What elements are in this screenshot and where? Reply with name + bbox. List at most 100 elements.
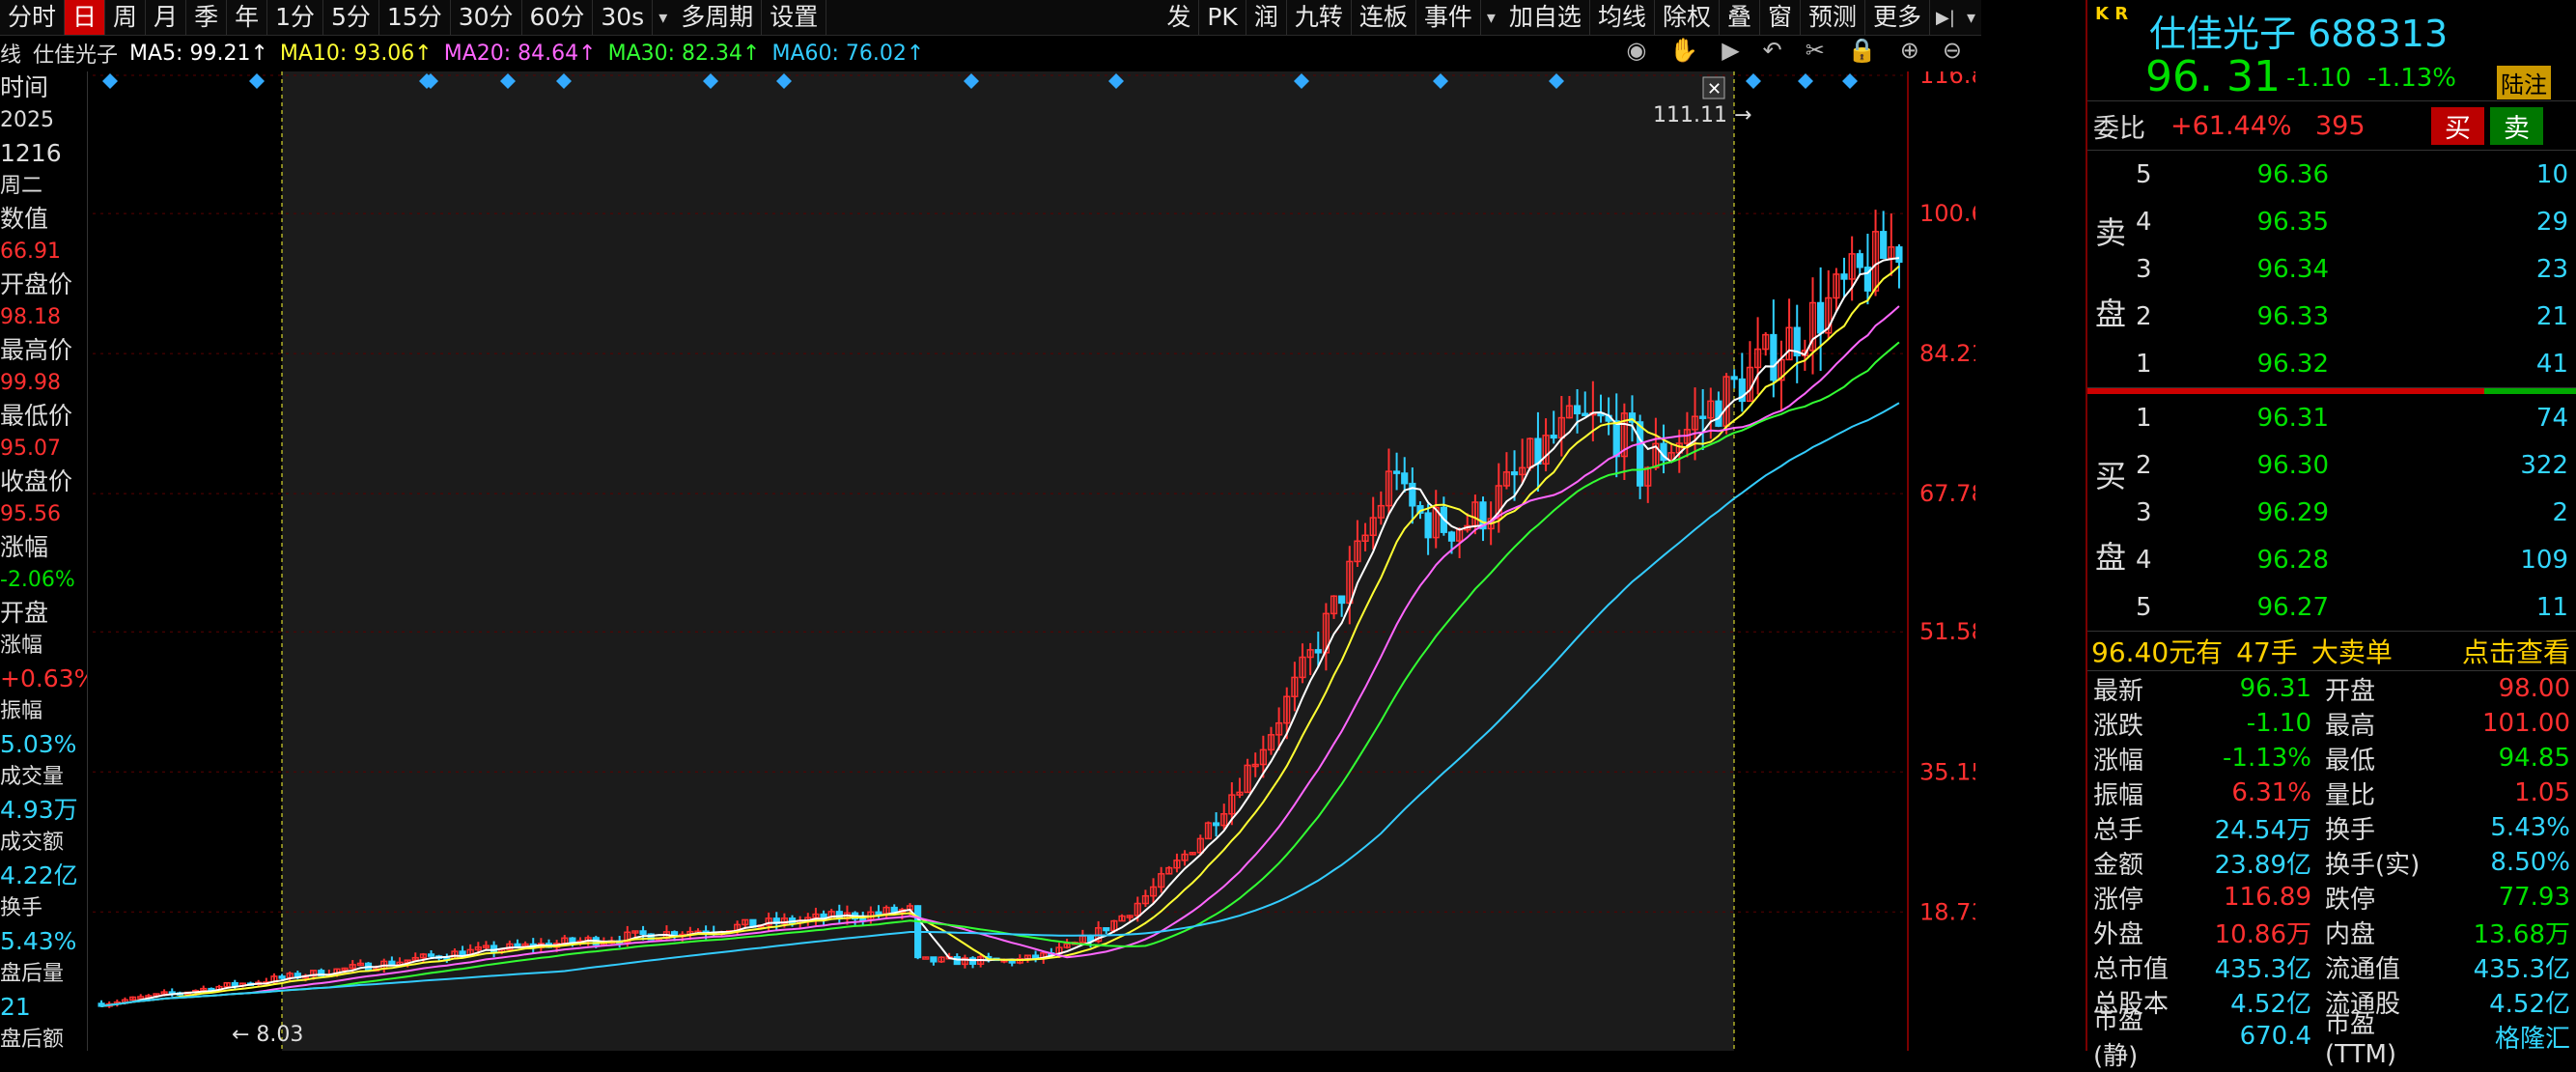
chevron-down-icon[interactable]: ▾	[1481, 8, 1501, 28]
hand-icon[interactable]: ✋	[1669, 37, 1698, 64]
tool-button-10[interactable]: 窗	[1760, 0, 1801, 35]
tool-button-8[interactable]: 除权	[1655, 0, 1720, 35]
book-row[interactable]: 3 96.29 2	[2087, 489, 2576, 536]
candle-body	[1895, 246, 1903, 264]
info-label: 5.03%	[0, 730, 77, 758]
period-tab-6[interactable]: 1分	[267, 0, 323, 35]
stat-value: 77.93	[2498, 883, 2570, 912]
candle-body	[1103, 927, 1110, 932]
period-tab-9[interactable]: 30分	[451, 0, 522, 35]
book-row[interactable]: 5 96.27 11	[2087, 583, 2576, 631]
stat-value: 23.89亿	[2214, 850, 2311, 880]
candle-body	[1550, 435, 1557, 439]
period-tab-8[interactable]: 15分	[379, 0, 451, 35]
stat-value: 435.3亿	[2214, 954, 2311, 984]
book-price: 96.27	[2256, 592, 2329, 622]
book-row[interactable]: 1 96.32 41	[2087, 340, 2576, 387]
period-tab-2[interactable]: 周	[105, 0, 147, 35]
period-tab-7[interactable]: 5分	[323, 0, 379, 35]
connect-badge[interactable]: 陆注	[2497, 66, 2551, 99]
scissors-icon[interactable]: ✂	[1806, 37, 1825, 64]
period-tab-3[interactable]: 月	[146, 0, 187, 35]
kr-badge: K R	[2095, 4, 2129, 24]
ma-legend-bar: 线 仕佳光子 MA5: 99.21↑ MA10: 93.06↑ MA20: 84…	[0, 37, 1981, 70]
book-volume: 2	[2552, 497, 2568, 527]
sell-button[interactable]: 卖	[2490, 106, 2543, 145]
book-row[interactable]: 4 96.35 29	[2087, 198, 2576, 245]
tool-button-12[interactable]: 更多	[1865, 0, 1931, 35]
book-volume: 29	[2535, 207, 2568, 237]
period-tab-4[interactable]: 季	[186, 0, 228, 35]
book-price: 96.33	[2256, 301, 2329, 331]
period-tab-12[interactable]: 多周期	[673, 0, 763, 35]
book-volume: 10	[2535, 159, 2568, 189]
play-icon[interactable]: ▶	[1722, 37, 1739, 64]
period-tab-10[interactable]: 60分	[522, 0, 594, 35]
big-order-row: 96.40元有 47手 大卖单 点击查看	[2087, 632, 2576, 671]
book-row[interactable]: 2 96.30 322	[2087, 441, 2576, 489]
big-order-link[interactable]: 点击查看	[2462, 632, 2576, 670]
tool-button-9[interactable]: 叠	[1720, 0, 1760, 35]
book-row[interactable]: 4 96.28 109	[2087, 536, 2576, 583]
ma5-label: MA5: 99.21↑	[129, 41, 268, 66]
tool-button-7[interactable]: 均线	[1590, 0, 1655, 35]
stock-name-label: 仕佳光子	[33, 43, 119, 68]
tool-button-6[interactable]: 加自选	[1501, 0, 1590, 35]
price-tick-label: 67.78	[1919, 480, 1975, 507]
zoom-in-icon[interactable]: ⊕	[1900, 37, 1919, 64]
tool-button-2[interactable]: 润	[1246, 0, 1287, 35]
ma30-label: MA30: 82.34↑	[607, 41, 761, 66]
stats-table: 最新 96.31 开盘 98.00 涨跌 -1.10 最高 101.00 涨幅 -1.13% 最低 9…	[2087, 671, 2576, 1071]
pin-icon[interactable]: ▶|	[1930, 8, 1961, 28]
stat-row: 振幅 6.31% 量比 1.05	[2087, 776, 2576, 810]
level: 1	[2136, 349, 2152, 379]
candle-body	[1573, 405, 1582, 415]
info-value: 成交量	[0, 765, 65, 789]
period-tab-1[interactable]: 日	[65, 0, 106, 35]
candle-body	[1401, 472, 1409, 485]
stat-row: 市盈(静) 670.4 市盈(TTM) 格隆汇	[2087, 1006, 2576, 1071]
period-tab-11[interactable]: 30s	[593, 0, 654, 35]
price-change: -1.10	[2286, 64, 2352, 93]
stat-value: 6.31%	[2231, 778, 2311, 807]
undo-icon[interactable]: ↶	[1763, 37, 1782, 64]
period-tab-5[interactable]: 年	[227, 0, 268, 35]
stat-key: 量比	[2325, 780, 2376, 810]
level: 3	[2136, 497, 2152, 527]
stat-key: 开盘	[2325, 676, 2376, 706]
stat-row: 总市值 435.3亿 流通值 435.3亿	[2087, 949, 2576, 984]
tool-button-0[interactable]: 发	[1159, 0, 1200, 35]
stat-row: 金额 23.89亿 换手(实) 8.50%	[2087, 845, 2576, 880]
info-value: 盘后量	[0, 962, 65, 986]
book-row[interactable]: 2 96.33 21	[2087, 293, 2576, 340]
stat-key: 内盘	[2325, 919, 2376, 949]
book-row[interactable]: 1 96.31 74	[2087, 394, 2576, 441]
period-tab-0[interactable]: 分时	[0, 0, 66, 35]
info-value: 成交额	[0, 831, 65, 855]
kline-chart[interactable]: 116.84 100.63 84.21 67.78 51.58 35.15 18.73 111…	[93, 71, 1975, 1051]
info-label: +0.63%	[0, 664, 88, 692]
info-value: 振幅	[0, 699, 43, 723]
stat-value: 94.85	[2498, 744, 2570, 773]
tool-button-4[interactable]: 连板	[1352, 0, 1416, 35]
zoom-out-icon[interactable]: ⊖	[1943, 37, 1962, 64]
info-value: -2.06%	[0, 568, 75, 592]
stat-key: 流通值	[2325, 954, 2401, 984]
tool-button-5[interactable]: 事件	[1416, 0, 1481, 35]
book-row[interactable]: 5 96.36 10	[2087, 151, 2576, 198]
info-value: 95.07	[0, 437, 61, 461]
info-value: 66.91	[0, 240, 61, 264]
buy-button[interactable]: 买	[2431, 106, 2484, 145]
tool-button-11[interactable]: 预测	[1801, 0, 1866, 35]
lock-icon[interactable]: 🔒	[1848, 37, 1877, 64]
chevron-down-icon[interactable]: ▾	[1961, 8, 1981, 28]
candle-body	[1447, 531, 1456, 542]
stat-value: 435.3亿	[2473, 954, 2570, 984]
tool-button-3[interactable]: 九转	[1287, 0, 1352, 35]
chevron-down-icon[interactable]: ▾	[653, 8, 673, 28]
tool-button-1[interactable]: PK	[1199, 0, 1246, 35]
period-tab-13[interactable]: 设置	[762, 0, 827, 35]
eye-icon[interactable]: ◉	[1626, 37, 1646, 64]
book-row[interactable]: 3 96.34 23	[2087, 245, 2576, 293]
stat-key: 振幅	[2093, 780, 2144, 810]
